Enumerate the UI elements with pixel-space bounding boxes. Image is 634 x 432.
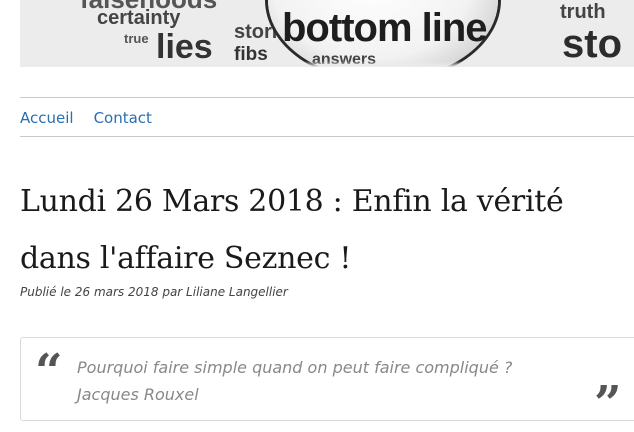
main-nav: Accueil Contact [20, 108, 152, 128]
article-meta: Publié le 26 mars 2018 par Liliane Lange… [20, 285, 288, 299]
quote-body: Pourquoi faire simple quand on peut fair… [77, 354, 512, 408]
nav-bottom-divider [20, 136, 634, 137]
banner-edge [20, 61, 634, 67]
banner-word: bottom line [282, 6, 488, 50]
article-title-line-2: dans l'affaire Seznec ! [20, 241, 352, 276]
banner-word: lies [156, 28, 213, 66]
article-title-line-1: Lundi 26 Mars 2018 : Enfin la vérité [20, 184, 564, 219]
nav-top-divider [20, 97, 634, 98]
close-quote-icon: ” [594, 376, 622, 432]
open-quote-icon: “ [35, 344, 63, 400]
banner-word: true [124, 31, 149, 46]
banner-word: sto [562, 22, 622, 66]
banner-word: certainty [97, 7, 181, 29]
nav-link-contact[interactable]: Contact [94, 108, 152, 128]
banner-word: truth [560, 1, 606, 23]
quote-text: Pourquoi faire simple quand on peut fair… [77, 358, 513, 377]
blockquote: “ Pourquoi faire simple quand on peut fa… [20, 337, 634, 428]
header-banner-image: falsehoods certainty true lies stories f… [20, 0, 634, 67]
quote-author: Jacques Rouxel [77, 385, 199, 404]
article-title: Lundi 26 Mars 2018 : Enfin la vérité dan… [20, 173, 620, 287]
nav-link-accueil[interactable]: Accueil [20, 108, 74, 128]
